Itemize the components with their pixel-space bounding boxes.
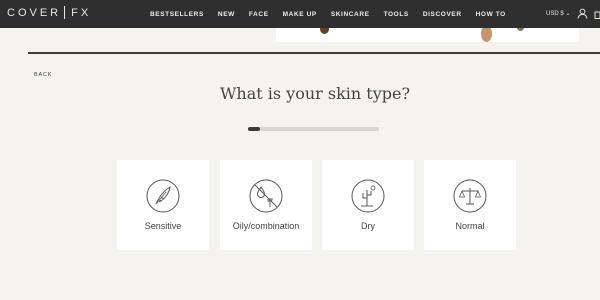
quiz-progress-fill (248, 127, 260, 131)
quiz-progress-bar (248, 127, 379, 131)
option-card-oily-combination[interactable]: Oily/combination (220, 160, 312, 250)
currency-selector[interactable]: USD $ ⌄ (546, 10, 570, 17)
top-navigation-bar: COVER FX BESTSELLERS NEW FACE MAKE UP SK… (0, 0, 600, 28)
nav-face[interactable]: FACE (249, 11, 269, 18)
option-label: Oily/combination (232, 221, 300, 231)
product-swatch (320, 28, 329, 34)
nav-tools[interactable]: TOOLS (384, 11, 409, 18)
logo-fx-text: FX (71, 6, 92, 19)
option-label: Normal (455, 221, 485, 231)
user-account-icon[interactable] (577, 8, 588, 19)
nav-skincare[interactable]: SKINCARE (331, 11, 370, 18)
option-card-sensitive[interactable]: Sensitive (117, 160, 209, 250)
feather-icon (146, 179, 180, 213)
quiz-question-title: What is your skin type? (219, 84, 411, 103)
nav-new[interactable]: NEW (218, 11, 235, 18)
option-label: Sensitive (144, 221, 182, 231)
nav-make-up[interactable]: MAKE UP (283, 11, 317, 18)
balance-scale-icon (453, 179, 487, 213)
option-card-normal[interactable]: Normal (424, 160, 516, 250)
product-banner (276, 28, 579, 42)
back-link[interactable]: BACK (34, 72, 52, 78)
option-label: Dry (361, 221, 375, 231)
cactus-sun-icon (351, 179, 385, 213)
logo-separator (64, 6, 66, 19)
nav-bestsellers[interactable]: BESTSELLERS (150, 11, 204, 18)
nav-discover[interactable]: DISCOVER (423, 11, 462, 18)
brand-logo[interactable]: COVER FX (7, 6, 91, 19)
main-nav: BESTSELLERS NEW FACE MAKE UP SKINCARE TO… (150, 0, 520, 28)
option-card-dry[interactable]: Dry (322, 160, 414, 250)
product-swatch (481, 28, 492, 42)
section-divider (28, 52, 600, 54)
logo-cover-text: COVER (7, 6, 62, 19)
bag-icon[interactable] (594, 9, 600, 19)
droplet-cactus-icon (249, 179, 283, 213)
nav-how-to[interactable]: HOW TO (476, 11, 506, 18)
product-swatch (517, 28, 524, 31)
